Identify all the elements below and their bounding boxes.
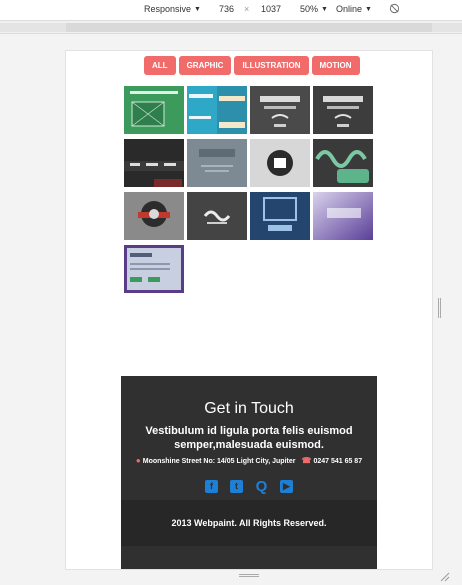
portfolio-thumb[interactable] bbox=[124, 86, 184, 134]
portfolio-thumb[interactable] bbox=[313, 139, 373, 187]
device-viewport: ALL GRAPHIC ILLUSTRATION MOTION Get in T… bbox=[65, 50, 433, 570]
map-pin-icon: ● bbox=[135, 456, 141, 465]
footer-contact: ● Moonshine Street No: 14/05 Light City, … bbox=[121, 456, 377, 465]
filter-motion-button[interactable]: MOTION bbox=[311, 56, 360, 75]
chevron-down-icon: ▼ bbox=[194, 5, 201, 13]
portfolio-thumb[interactable] bbox=[124, 245, 184, 293]
filter-graphic-button[interactable]: GRAPHIC bbox=[178, 56, 232, 75]
times-label: × bbox=[244, 4, 250, 14]
footer-title: Get in Touch bbox=[204, 400, 294, 417]
portfolio-filters: ALL GRAPHIC ILLUSTRATION MOTION bbox=[144, 56, 360, 75]
resize-corner-icon[interactable] bbox=[440, 572, 450, 582]
youtube-icon[interactable]: ▶ bbox=[280, 480, 293, 493]
portfolio-thumb[interactable] bbox=[313, 86, 373, 134]
portfolio-thumb[interactable] bbox=[250, 86, 310, 134]
height-input[interactable]: 1037 bbox=[261, 4, 281, 14]
portfolio-thumb[interactable] bbox=[250, 139, 310, 187]
address-text: Moonshine Street No: 14/05 Light City, J… bbox=[142, 458, 296, 465]
zoom-select[interactable]: 50% ▼ bbox=[300, 4, 328, 14]
filter-illustration-button[interactable]: ILLUSTRATION bbox=[234, 56, 309, 75]
times-symbol: × bbox=[244, 4, 249, 14]
q-icon[interactable]: Q bbox=[255, 479, 268, 494]
portfolio-thumb[interactable] bbox=[250, 192, 310, 240]
phone-icon: ☎ bbox=[301, 456, 312, 465]
portfolio-thumb[interactable] bbox=[187, 192, 247, 240]
zoom-label: 50% bbox=[300, 4, 319, 14]
portfolio-thumb[interactable] bbox=[313, 192, 373, 240]
facebook-icon[interactable]: f bbox=[205, 480, 218, 493]
media-query-ruler bbox=[0, 20, 462, 34]
devtools-toolbar: Responsive ▼ 736 × 1037 50% ▼ Online ▼ bbox=[0, 0, 462, 20]
device-label: Responsive bbox=[144, 4, 192, 14]
filter-all-button[interactable]: ALL bbox=[144, 56, 176, 75]
portfolio-thumb[interactable] bbox=[124, 139, 184, 187]
chevron-down-icon: ▼ bbox=[365, 5, 372, 13]
portfolio-thumb[interactable] bbox=[187, 86, 247, 134]
width-input[interactable]: 736 bbox=[219, 4, 234, 14]
width-value: 736 bbox=[219, 4, 235, 14]
twitter-icon[interactable]: t bbox=[230, 480, 243, 493]
resize-handle-bottom[interactable] bbox=[239, 574, 259, 577]
footer-text: Vestibulum id ligula porta felis euismod… bbox=[145, 425, 353, 451]
network-label: Online bbox=[336, 4, 363, 14]
chevron-down-icon: ▼ bbox=[321, 5, 328, 13]
phone-text: 0247 541 65 87 bbox=[313, 458, 363, 465]
devtools-bottom-bar bbox=[0, 571, 462, 585]
resize-handle-right[interactable] bbox=[438, 298, 441, 318]
height-value: 1037 bbox=[261, 4, 282, 14]
site-footer: Get in Touch Vestibulum id ligula porta … bbox=[121, 376, 377, 569]
device-select[interactable]: Responsive ▼ bbox=[144, 4, 201, 14]
portfolio-thumb[interactable] bbox=[124, 192, 184, 240]
phone-line: ☎ 0247 541 65 87 bbox=[301, 456, 362, 465]
network-select[interactable]: Online ▼ bbox=[336, 4, 372, 14]
social-links: f t Q ▶ bbox=[121, 479, 377, 494]
rotate-icon[interactable] bbox=[389, 3, 400, 14]
copyright-bar: 2013 Webpaint. All Rights Reserved. bbox=[121, 500, 377, 546]
portfolio-thumb[interactable] bbox=[187, 139, 247, 187]
address-line: ● Moonshine Street No: 14/05 Light City, … bbox=[136, 456, 296, 465]
